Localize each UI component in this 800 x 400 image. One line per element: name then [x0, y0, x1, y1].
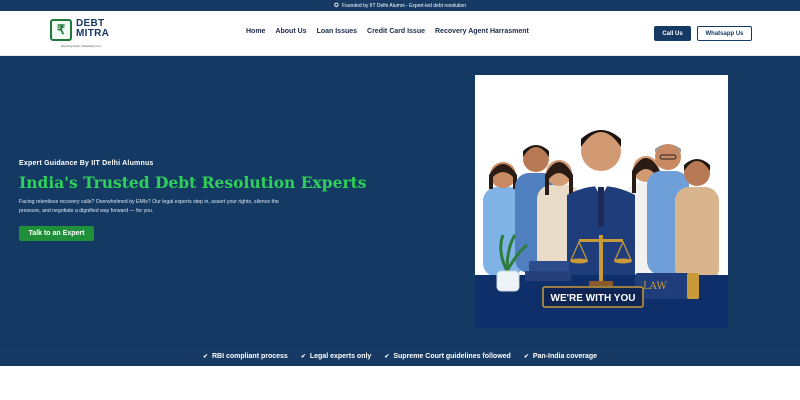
hero-headline: India's Trusted Debt Resolution Experts — [19, 173, 367, 192]
logo-wordmark: DEBT MITRA — [76, 19, 109, 39]
feature-label: Legal experts only — [309, 353, 372, 360]
announcement-text: Founded by IIT Delhi Alumni - Expert-led… — [341, 2, 467, 9]
law-book-icon: LAW — [635, 273, 699, 299]
law-book-label: LAW — [643, 281, 667, 292]
feature-label: RBI compliant process — [211, 353, 288, 360]
star-icon: ✪ — [333, 3, 339, 9]
check-icon: ✔ — [300, 354, 306, 360]
whatsapp-us-button[interactable]: Whatsapp Us — [697, 26, 752, 41]
hero-description: Facing relentless recovery calls? Overwh… — [19, 199, 279, 214]
books-icon — [525, 261, 571, 281]
feature-label: Supreme Court guidelines followed — [393, 353, 511, 360]
logo-line2: MITRA — [76, 28, 110, 39]
hero-section: Expert Guidance By IIT Delhi Alumnus Ind… — [0, 56, 800, 347]
nav-about-us[interactable]: About Us — [275, 28, 306, 35]
banner-text: WE'RE WITH YOU — [551, 293, 636, 304]
announcement-bar: ✪ Founded by IIT Delhi Alumni - Expert-l… — [0, 0, 800, 11]
features-strip: ✔ RBI compliant process ✔ Legal experts … — [0, 347, 800, 366]
check-icon: ✔ — [384, 354, 390, 360]
nav-recovery-agent-harassment[interactable]: Recovery Agent Harrasment — [435, 28, 529, 35]
hero-illustration: LAW WE'RE WITH YOU — [475, 75, 728, 328]
site-header: ₹ DEBT MITRA Resolving Debts | Rebuildin… — [0, 11, 800, 56]
nav-credit-card-issue[interactable]: Credit Card Issue — [367, 28, 425, 35]
were-with-you-banner: WE'RE WITH YOU — [542, 286, 644, 308]
feature-rbi: ✔ RBI compliant process — [203, 353, 288, 360]
feature-pan-india: ✔ Pan-India coverage — [524, 353, 597, 360]
nav-loan-issues[interactable]: Loan Issues — [317, 28, 357, 35]
logo[interactable]: ₹ DEBT MITRA Resolving Debts | Rebuildin… — [50, 17, 112, 51]
page-continuation — [0, 366, 800, 400]
check-icon: ✔ — [202, 354, 208, 360]
main-nav: Home About Us Loan Issues Credit Card Is… — [246, 28, 529, 35]
check-icon: ✔ — [523, 354, 529, 360]
hero-eyebrow: Expert Guidance By IIT Delhi Alumnus — [19, 160, 154, 167]
feature-label: Pan-India coverage — [532, 353, 598, 360]
rupee-hand-icon: ₹ — [50, 19, 72, 41]
talk-to-expert-button[interactable]: Talk to an Expert — [19, 226, 94, 241]
feature-supreme-court: ✔ Supreme Court guidelines followed — [384, 353, 511, 360]
feature-legal-experts: ✔ Legal experts only — [301, 353, 372, 360]
team-illustration: LAW WE'RE WITH YOU — [475, 130, 728, 328]
logo-tagline: Resolving Debts | Rebuilding Lives — [60, 45, 102, 48]
nav-home[interactable]: Home — [246, 28, 265, 35]
call-us-button[interactable]: Call Us — [654, 26, 691, 41]
